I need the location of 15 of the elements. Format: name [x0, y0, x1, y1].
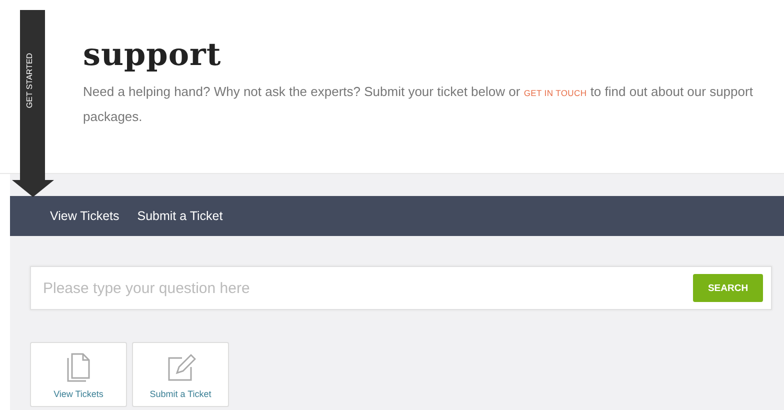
action-card[interactable]: Submit a Ticket: [132, 342, 229, 407]
page-title: support: [83, 36, 222, 74]
edit-icon: [166, 353, 196, 383]
get-in-touch-link[interactable]: GET IN TOUCH: [524, 88, 587, 98]
nav-link[interactable]: Submit a Ticket: [137, 209, 223, 223]
search-field[interactable]: Please type your question here SEARCH: [30, 266, 772, 310]
nav-link[interactable]: View Tickets: [50, 209, 120, 223]
action-card[interactable]: View Tickets: [30, 342, 127, 407]
intro-text: Need a helping hand? Why not ask the experts? Submit your ticket below or GET IN TOUCH to find out about our support packages.: [83, 83, 754, 126]
documents-icon: [66, 353, 92, 383]
card-label: View Tickets: [54, 389, 104, 399]
ribbon-label[interactable]: GET STARTED: [26, 52, 34, 108]
card-label: Submit a Ticket: [150, 389, 212, 399]
search-button[interactable]: SEARCH: [693, 274, 763, 302]
ribbon-arrow[interactable]: [12, 10, 54, 197]
